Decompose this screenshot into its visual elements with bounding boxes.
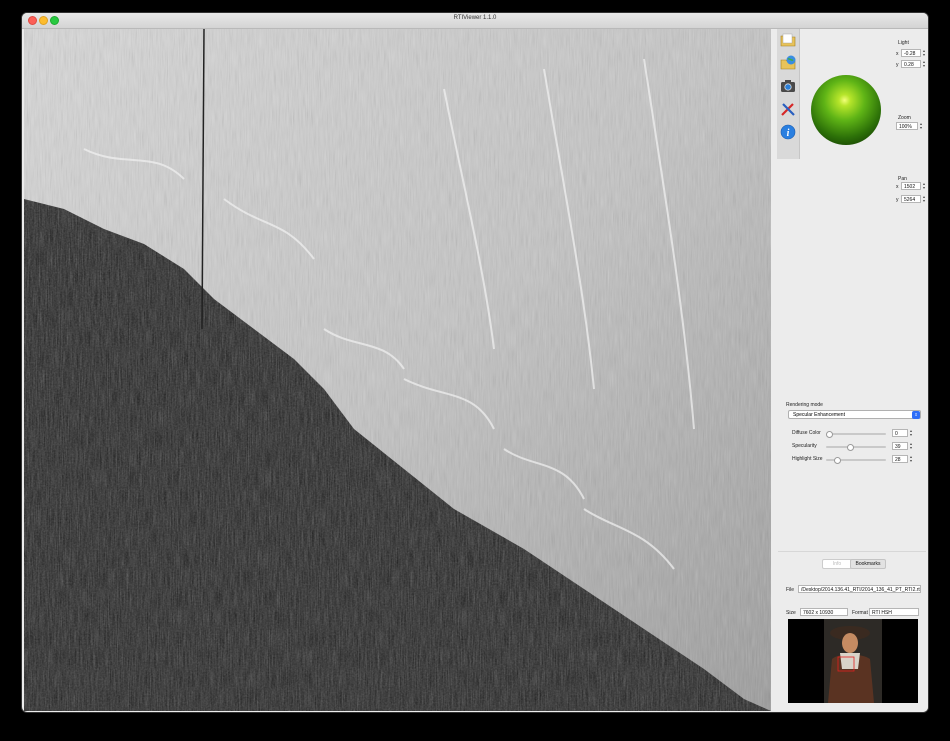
- file-path-field[interactable]: /Desktop/2014.136.41_RTI/2014_136_41_PT_…: [798, 585, 921, 593]
- navigator-thumbnail[interactable]: [788, 619, 918, 703]
- specularity-stepper[interactable]: ▴ ▾: [909, 442, 913, 450]
- open-remote-icon[interactable]: [780, 54, 796, 70]
- diffuse-color-slider-knob[interactable]: [826, 431, 833, 438]
- light-x-stepper[interactable]: ▴ ▾: [922, 49, 926, 57]
- size-field[interactable]: 7602 x 10930: [800, 608, 848, 616]
- snapshot-icon[interactable]: [780, 78, 796, 94]
- settings-icon[interactable]: [780, 101, 796, 117]
- specularity-slider-knob[interactable]: [847, 444, 855, 451]
- format-label: Format: [852, 610, 868, 616]
- rti-render-canvas[interactable]: [24, 29, 771, 711]
- info-icon[interactable]: i: [780, 124, 796, 140]
- chevron-updown-icon: ⇕: [912, 411, 920, 419]
- light-direction-sphere[interactable]: [811, 75, 881, 145]
- highlight-size-stepper[interactable]: ▴ ▾: [909, 455, 913, 463]
- pan-x-field[interactable]: 1502: [901, 182, 921, 190]
- title-bar: RTIViewer 1.1.0: [22, 13, 928, 29]
- pan-y-label: y: [896, 197, 899, 203]
- size-label: Size: [786, 610, 796, 616]
- pan-y-field[interactable]: 5264: [901, 195, 921, 203]
- tool-bar: i: [777, 29, 800, 159]
- diffuse-color-field[interactable]: 0: [892, 429, 908, 437]
- diffuse-color-label: Diffuse Color: [792, 430, 821, 436]
- light-y-field[interactable]: 0.28: [901, 60, 921, 68]
- format-field[interactable]: RTI HSH: [869, 608, 919, 616]
- zoom-field[interactable]: 100%: [896, 122, 918, 130]
- zoom-label: Zoom: [898, 115, 911, 121]
- tab-info[interactable]: Info: [822, 559, 852, 569]
- highlight-size-slider-knob[interactable]: [833, 457, 841, 464]
- rtiviewer-window: RTIViewer 1.1.0 i Light x -0.28 ▴ ▾ y 0.…: [22, 13, 928, 712]
- rti-image-viewer[interactable]: [24, 29, 771, 711]
- light-y-label: y: [896, 62, 899, 68]
- highlight-size-label: Highlight Size: [792, 456, 823, 462]
- light-label: Light: [898, 40, 909, 46]
- pan-x-stepper[interactable]: ▴ ▾: [922, 182, 926, 190]
- light-x-label: x: [896, 51, 899, 57]
- open-file-icon[interactable]: [780, 32, 796, 48]
- control-panel: i Light x -0.28 ▴ ▾ y 0.28 ▴ ▾ Zoom 100% ▴…: [774, 29, 928, 712]
- svg-text:i: i: [787, 128, 790, 139]
- zoom-stepper[interactable]: ▴ ▾: [919, 122, 923, 130]
- pan-x-label: x: [896, 184, 899, 190]
- rendering-mode-select[interactable]: Specular Enhancement ⇕: [788, 410, 921, 419]
- rendering-mode-label: Rendering mode: [786, 402, 823, 408]
- file-label: File: [786, 587, 795, 593]
- light-y-stepper[interactable]: ▴ ▾: [922, 60, 926, 68]
- light-x-field[interactable]: -0.28: [901, 49, 921, 57]
- highlight-size-field[interactable]: 28: [892, 455, 908, 463]
- tab-bookmarks[interactable]: Bookmarks: [850, 559, 886, 569]
- panel-divider: [778, 551, 926, 552]
- rendering-mode-value: Specular Enhancement: [793, 412, 845, 418]
- pan-y-stepper[interactable]: ▴ ▾: [922, 195, 926, 203]
- thumbnail-portrait: [824, 619, 882, 703]
- specularity-label: Specularity: [792, 443, 817, 449]
- highlight-size-slider[interactable]: [826, 457, 886, 464]
- window-title: RTIViewer 1.1.0: [453, 15, 497, 21]
- specularity-field[interactable]: 39: [892, 442, 908, 450]
- specularity-slider[interactable]: [826, 444, 886, 451]
- diffuse-color-slider[interactable]: [826, 431, 886, 438]
- diffuse-color-stepper[interactable]: ▴ ▾: [909, 429, 913, 437]
